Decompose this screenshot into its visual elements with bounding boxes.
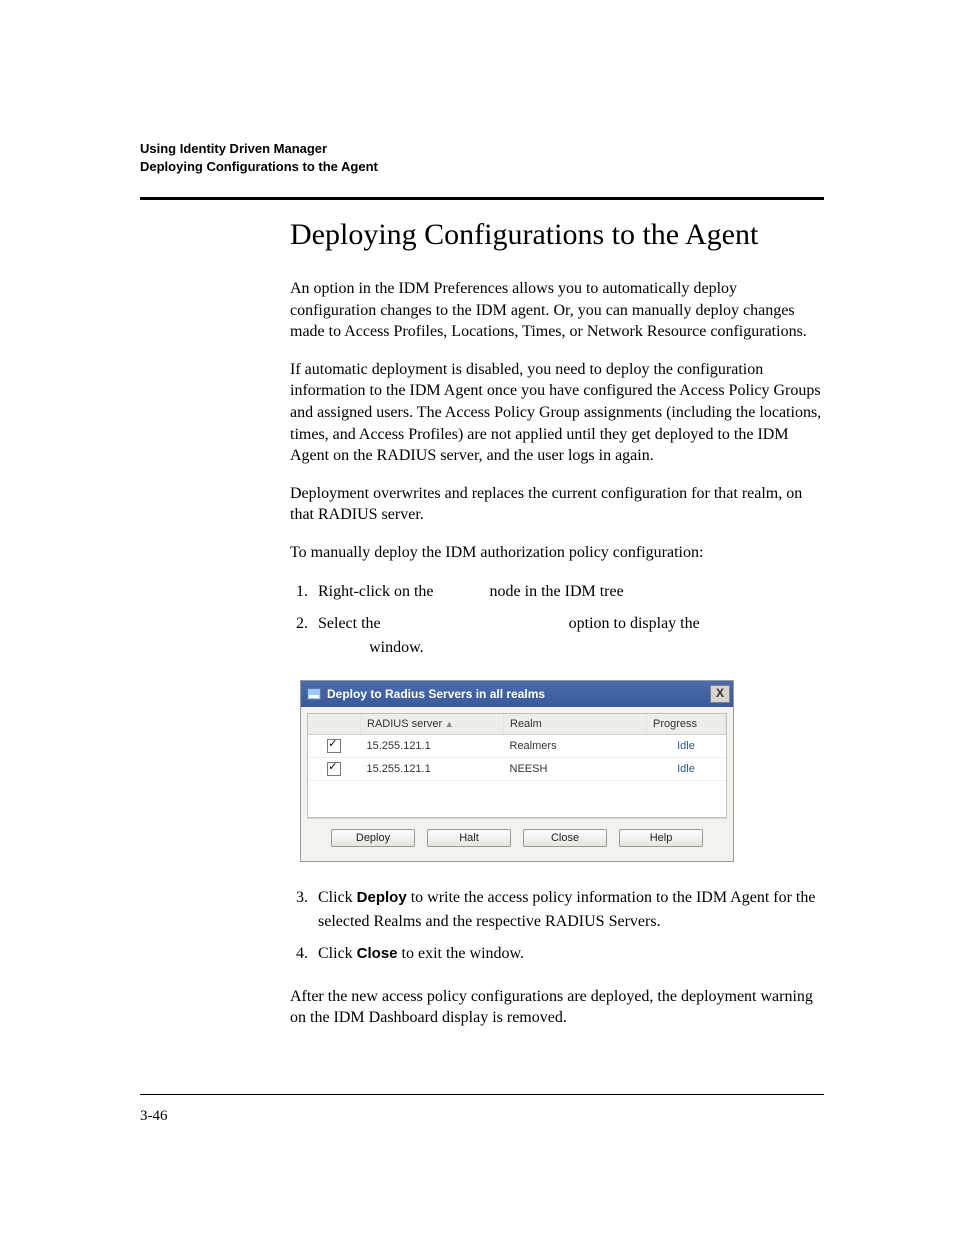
checkbox-icon[interactable]: [327, 739, 341, 753]
deploy-button[interactable]: Deploy: [331, 829, 415, 847]
table-row[interactable]: 15.255.121.1 NEESH Idle: [308, 757, 726, 780]
section-title: Deploying Configurations to the Agent: [290, 218, 824, 252]
para-5: After the new access policy configuratio…: [290, 986, 824, 1029]
dialog-title: Deploy to Radius Servers in all realms: [327, 687, 710, 701]
cell-realm: NEESH: [504, 757, 647, 780]
col-checkbox[interactable]: [308, 714, 361, 735]
step-4: Click Close to exit the window.: [312, 942, 824, 966]
cell-server: 15.255.121.1: [361, 734, 504, 757]
table-row[interactable]: 15.255.121.1 Realmers Idle: [308, 734, 726, 757]
step-1: Right-click on the Realms node in the ID…: [312, 580, 824, 604]
cell-progress: Idle: [647, 734, 726, 757]
cell-server: 15.255.121.1: [361, 757, 504, 780]
checkbox-icon[interactable]: [327, 762, 341, 776]
para-1: An option in the IDM Preferences allows …: [290, 278, 824, 343]
rule-top: [140, 197, 824, 200]
step-2: Select the Deploy to Radius Servers… opt…: [312, 612, 824, 660]
dialog-titlebar: Deploy to Radius Servers in all realms X: [301, 681, 733, 707]
steps-list-1: Right-click on the Realms node in the ID…: [290, 580, 824, 660]
running-header: Using Identity Driven Manager Deploying …: [140, 140, 824, 175]
col-realm[interactable]: Realm: [504, 714, 647, 735]
para-2: If automatic deployment is disabled, you…: [290, 359, 824, 467]
rule-bottom: [140, 1094, 824, 1095]
header-line-2: Deploying Configurations to the Agent: [140, 158, 824, 176]
deploy-dialog: Deploy to Radius Servers in all realms X…: [300, 680, 734, 862]
dialog-button-row: Deploy Halt Close Help: [307, 818, 727, 851]
steps-list-2: Click Deploy to write the access policy …: [290, 886, 824, 966]
cell-progress: Idle: [647, 757, 726, 780]
help-button[interactable]: Help: [619, 829, 703, 847]
step-3: Click Deploy to write the access policy …: [312, 886, 824, 934]
header-line-1: Using Identity Driven Manager: [140, 140, 824, 158]
page-number: 3-46: [140, 1108, 168, 1125]
halt-button[interactable]: Halt: [427, 829, 511, 847]
table-header-row: RADIUS server Realm Progress: [308, 714, 726, 735]
servers-table: RADIUS server Realm Progress 15.255.121.…: [307, 713, 727, 818]
col-progress[interactable]: Progress: [647, 714, 726, 735]
cell-realm: Realmers: [504, 734, 647, 757]
para-4: To manually deploy the IDM authorization…: [290, 542, 824, 564]
para-3: Deployment overwrites and replaces the c…: [290, 483, 824, 526]
close-icon[interactable]: X: [710, 685, 730, 703]
col-radius[interactable]: RADIUS server: [361, 714, 504, 735]
close-button[interactable]: Close: [523, 829, 607, 847]
dialog-icon: [307, 688, 321, 700]
